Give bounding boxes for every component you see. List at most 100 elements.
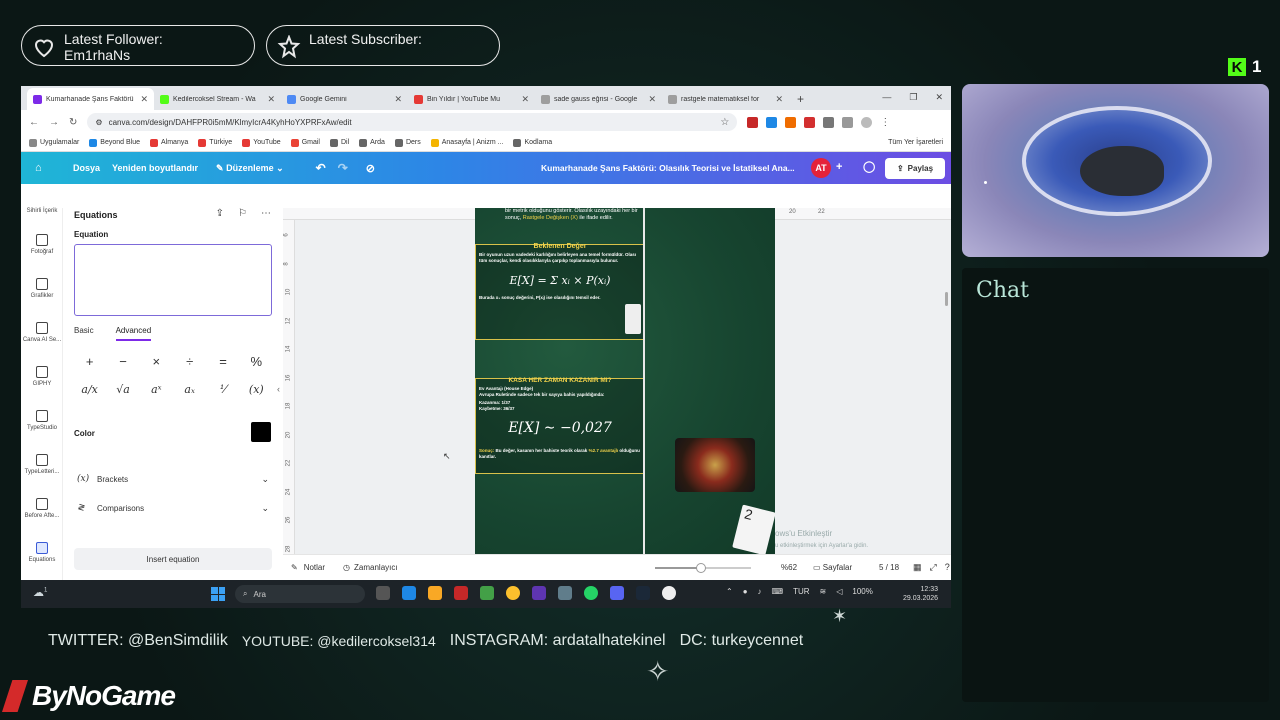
comment-icon[interactable]: ◯: [863, 160, 875, 173]
comparisons-accordion[interactable]: ≷ Comparisons ⌄: [77, 497, 269, 519]
minimize-icon[interactable]: —: [882, 92, 891, 103]
rail-item[interactable]: Grafikler: [21, 278, 63, 299]
bookmark-item[interactable]: Türkiye: [198, 138, 232, 147]
tab-close-icon[interactable]: ✕: [521, 94, 529, 105]
close-icon[interactable]: ✕: [935, 92, 943, 103]
chat-app-icon[interactable]: [480, 586, 494, 600]
menu-dots-icon[interactable]: ⋮: [880, 117, 890, 128]
microphone-icon[interactable]: ♪: [758, 587, 762, 596]
tab-close-icon[interactable]: ✕: [394, 94, 402, 105]
operator-button[interactable]: ×: [140, 354, 173, 369]
steam-icon[interactable]: [636, 586, 650, 600]
bookmark-item[interactable]: Beyond Blue: [89, 138, 140, 147]
taskbar-search[interactable]: ⌕ Ara: [235, 585, 365, 603]
notes-button[interactable]: Notlar: [304, 563, 325, 572]
zoom-slider-knob[interactable]: [696, 563, 707, 573]
collapse-panel-icon[interactable]: ‹: [277, 384, 280, 394]
tab-close-icon[interactable]: ✕: [140, 94, 148, 105]
rail-item[interactable]: TypeLetteri...: [21, 454, 63, 475]
operator-button[interactable]: aˣ: [140, 383, 173, 396]
task-view-icon[interactable]: [376, 586, 390, 600]
timer-button[interactable]: Zamanlayıcı: [354, 563, 398, 572]
bookmark-item[interactable]: Ders: [394, 138, 421, 147]
rail-item[interactable]: Fotoğraf: [21, 234, 63, 255]
language-indicator[interactable]: TUR: [793, 587, 809, 596]
start-button[interactable]: [211, 587, 225, 601]
bookmark-item[interactable]: Uygulamalar: [29, 138, 79, 147]
pen-icon[interactable]: [558, 586, 572, 600]
pages-button[interactable]: ▭ Sayfalar: [813, 563, 852, 572]
bookmark-item[interactable]: Almanya: [150, 138, 188, 147]
url-field[interactable]: ⚙ canva.com/design/DAHFPR0i5mM/KlmyIcrA4…: [87, 113, 738, 131]
cloud-sync-icon[interactable]: ⊘: [366, 162, 375, 175]
rail-item[interactable]: Sihirli İçerik: [21, 208, 63, 214]
redo-icon[interactable]: ↷: [338, 161, 348, 175]
weather-icon[interactable]: ☁1: [33, 586, 47, 599]
bookmark-item[interactable]: Kodlama: [513, 138, 552, 147]
extension-icon[interactable]: [785, 116, 797, 128]
undo-icon[interactable]: ↶: [316, 161, 326, 175]
forward-icon[interactable]: →: [49, 117, 59, 128]
file-explorer-icon[interactable]: [428, 586, 442, 600]
operator-button[interactable]: ⅟: [206, 383, 239, 396]
extension-icon[interactable]: [747, 116, 759, 128]
operator-button[interactable]: aₓ: [173, 383, 206, 396]
roulette-image[interactable]: [675, 438, 755, 492]
site-info-icon[interactable]: ⚙: [95, 118, 102, 127]
notes-icon[interactable]: ✎: [291, 563, 298, 572]
edit-menu[interactable]: ✎ Düzenleme ⌄: [216, 163, 284, 174]
browser-tab[interactable]: rastgele matematiksel for ✕: [662, 88, 789, 110]
bookmark-item[interactable]: YouTube: [242, 138, 281, 147]
new-tab-button[interactable]: +: [789, 92, 812, 110]
grid-view-icon[interactable]: ▦: [913, 562, 922, 573]
keyboard-icon[interactable]: ⌨: [772, 587, 784, 596]
extension-icon[interactable]: [766, 116, 778, 128]
document-title[interactable]: Kumarhanade Şans Faktörü: Olasılık Teori…: [541, 163, 795, 173]
rail-item[interactable]: Before Afte...: [21, 498, 63, 519]
bookmark-item[interactable]: Dil: [329, 138, 349, 147]
discord-icon[interactable]: [610, 586, 624, 600]
rail-item[interactable]: Equations: [21, 542, 63, 563]
expected-value-box[interactable]: Beklenen Değer Bir oyunun uzun vadedeki …: [475, 243, 645, 340]
whatsapp-icon[interactable]: [584, 586, 598, 600]
operator-button[interactable]: (x): [240, 383, 273, 396]
more-icon[interactable]: ⋯: [261, 208, 271, 219]
dice-image[interactable]: [625, 304, 641, 334]
equation-input[interactable]: [74, 244, 272, 316]
operator-button[interactable]: a/x: [73, 383, 106, 396]
tab-close-icon[interactable]: ✕: [267, 94, 275, 105]
zoom-slider[interactable]: [655, 563, 751, 573]
playing-card-image[interactable]: 2: [732, 504, 775, 554]
back-icon[interactable]: ←: [29, 117, 39, 128]
rail-item[interactable]: Canva AI Se...: [21, 322, 63, 343]
maximize-icon[interactable]: ❐: [909, 92, 917, 103]
operator-button[interactable]: −: [106, 354, 139, 369]
bookmark-item[interactable]: Anasayfa | Anizm ...: [430, 138, 503, 147]
tab-close-icon[interactable]: ✕: [775, 94, 783, 105]
bookmark-star-icon[interactable]: ☆: [720, 117, 729, 128]
brackets-accordion[interactable]: (x) Brackets ⌄: [77, 468, 269, 490]
operator-button[interactable]: %: [240, 354, 273, 369]
vertical-scrollbar[interactable]: [945, 292, 948, 306]
chevron-up-icon[interactable]: ⌃: [726, 587, 733, 596]
rail-item[interactable]: GIPHY: [21, 366, 63, 387]
tab-basic[interactable]: Basic: [74, 326, 94, 341]
sidebar-icon[interactable]: [842, 116, 854, 128]
obs-icon[interactable]: [662, 586, 676, 600]
extension-icon[interactable]: [804, 116, 816, 128]
operator-button[interactable]: +: [73, 354, 106, 369]
wifi-icon[interactable]: ≋: [820, 587, 827, 596]
operator-button[interactable]: =: [206, 354, 239, 369]
app-icon[interactable]: [532, 586, 546, 600]
avatar[interactable]: AT: [811, 158, 831, 178]
tray-app-icon[interactable]: ●: [743, 587, 748, 596]
browser-tab[interactable]: Google Gemini ✕: [281, 88, 408, 110]
browser-tab[interactable]: Kumarhanade Şans Faktörü ✕: [27, 88, 154, 110]
opera-icon[interactable]: [454, 586, 468, 600]
house-edge-box[interactable]: KASA HER ZAMAN KAZANIR MI? Ev Avantajı (…: [475, 377, 645, 474]
home-icon[interactable]: ⌂: [35, 162, 61, 174]
color-swatch[interactable]: [251, 422, 271, 442]
battery-level[interactable]: 100%: [852, 587, 872, 596]
slide-page[interactable]: bir metrik olduğunu gösterir. Olasılık u…: [475, 208, 775, 554]
profile-icon[interactable]: [861, 116, 873, 128]
